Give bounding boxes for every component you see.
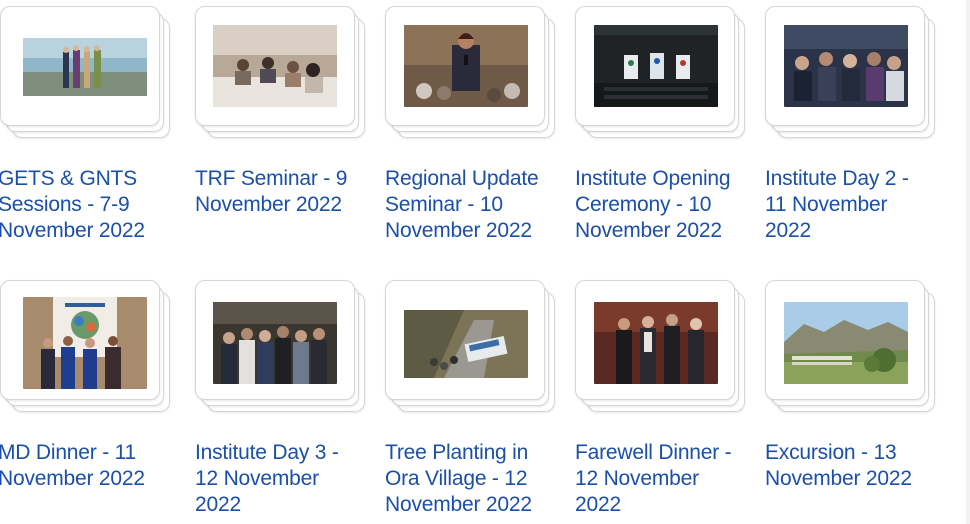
album-title-line: MD Dinner - 11 <box>0 441 137 464</box>
album-title-line: Institute Day 2 - <box>765 167 909 190</box>
album-title-line: November 2022 <box>0 219 145 242</box>
album-item: MD Dinner - 11 November 2022 <box>0 274 174 492</box>
album-thumbnail-stack[interactable] <box>187 274 369 420</box>
album-title-line: 2022 <box>765 219 811 242</box>
album-item: Institute Opening Ceremony - 10 November… <box>567 0 749 244</box>
stage-photo-icon <box>594 25 718 107</box>
album-title-line: 2022 <box>575 493 621 516</box>
album-thumbnail-stack[interactable] <box>567 274 749 420</box>
album-title-line: November 2022 <box>385 493 532 516</box>
album-title-link[interactable]: Institute Day 2 - 11 November 2022 <box>765 166 937 244</box>
seminar-photo-icon <box>213 25 337 107</box>
group-photo-icon <box>23 38 147 96</box>
photo-album-gallery: GETS & GNTS Sessions - 7-9 November 2022 <box>0 0 970 524</box>
dinner-photo-icon <box>594 302 718 384</box>
album-item: Tree Planting in Ora Village - 12 Novemb… <box>377 274 559 518</box>
album-title-link[interactable]: Regional Update Seminar - 10 November 20… <box>385 166 557 244</box>
album-thumbnail-stack[interactable] <box>0 0 174 146</box>
album-title-line: Seminar - 10 <box>385 193 503 216</box>
dinner-photo-icon <box>23 297 147 389</box>
album-title-link[interactable]: TRF Seminar - 9 November 2022 <box>195 166 367 218</box>
album-title-line: Institute Day 3 - <box>195 441 339 464</box>
album-item: GETS & GNTS Sessions - 7-9 November 2022 <box>0 0 174 244</box>
album-title-line: Ora Village - 12 <box>385 467 528 490</box>
album-title-line: Tree Planting in <box>385 441 529 464</box>
album-title-line: November 2022 <box>575 219 722 242</box>
audience-photo-icon <box>784 25 908 107</box>
album-item: Regional Update Seminar - 10 November 20… <box>377 0 559 244</box>
album-title-link[interactable]: GETS & GNTS Sessions - 7-9 November 2022 <box>0 166 170 244</box>
album-thumbnail-stack[interactable] <box>757 274 939 420</box>
page-scroll-edge <box>966 0 970 524</box>
album-item: Institute Day 3 - 12 November 2022 <box>187 274 369 518</box>
album-thumbnail-stack[interactable] <box>0 274 174 420</box>
album-title-line: Institute Opening <box>575 167 731 190</box>
album-title-link[interactable]: Excursion - 13 November 2022 <box>765 440 937 492</box>
album-thumbnail-stack[interactable] <box>377 0 559 146</box>
album-item: TRF Seminar - 9 November 2022 <box>187 0 369 218</box>
album-thumbnail-stack[interactable] <box>187 0 369 146</box>
album-thumbnail-stack[interactable] <box>567 0 749 146</box>
speaker-photo-icon <box>404 25 528 107</box>
album-item: Farewell Dinner - 12 November 2022 <box>567 274 749 518</box>
album-title-line: TRF Seminar - 9 <box>195 167 348 190</box>
album-title-line: Sessions - 7-9 <box>0 193 130 216</box>
album-item: Excursion - 13 November 2022 <box>757 274 939 492</box>
album-title-line: 2022 <box>195 493 241 516</box>
album-item: Institute Day 2 - 11 November 2022 <box>757 0 939 244</box>
album-title-line: 12 November <box>195 467 319 490</box>
album-title-line: November 2022 <box>0 467 145 490</box>
album-title-line: November 2022 <box>195 193 342 216</box>
landscape-photo-icon <box>784 302 908 384</box>
audience-photo-icon <box>213 302 337 384</box>
album-title-link[interactable]: Farewell Dinner - 12 November 2022 <box>575 440 747 518</box>
album-title-link[interactable]: Tree Planting in Ora Village - 12 Novemb… <box>385 440 557 518</box>
album-title-link[interactable]: Institute Day 3 - 12 November 2022 <box>195 440 367 518</box>
album-thumbnail-stack[interactable] <box>757 0 939 146</box>
album-title-link[interactable]: Institute Opening Ceremony - 10 November… <box>575 166 747 244</box>
album-title-line: 11 November <box>765 193 888 216</box>
album-title-line: Regional Update <box>385 167 539 190</box>
bus-photo-icon <box>404 310 528 378</box>
album-title-line: Excursion - 13 <box>765 441 897 464</box>
album-title-link[interactable]: MD Dinner - 11 November 2022 <box>0 440 170 492</box>
album-title-line: GETS & GNTS <box>0 167 137 190</box>
album-title-line: Farewell Dinner - <box>575 441 732 464</box>
album-title-line: November 2022 <box>765 467 912 490</box>
album-title-line: 12 November <box>575 467 699 490</box>
album-thumbnail-stack[interactable] <box>377 274 559 420</box>
album-title-line: Ceremony - 10 <box>575 193 712 216</box>
album-title-line: November 2022 <box>385 219 532 242</box>
